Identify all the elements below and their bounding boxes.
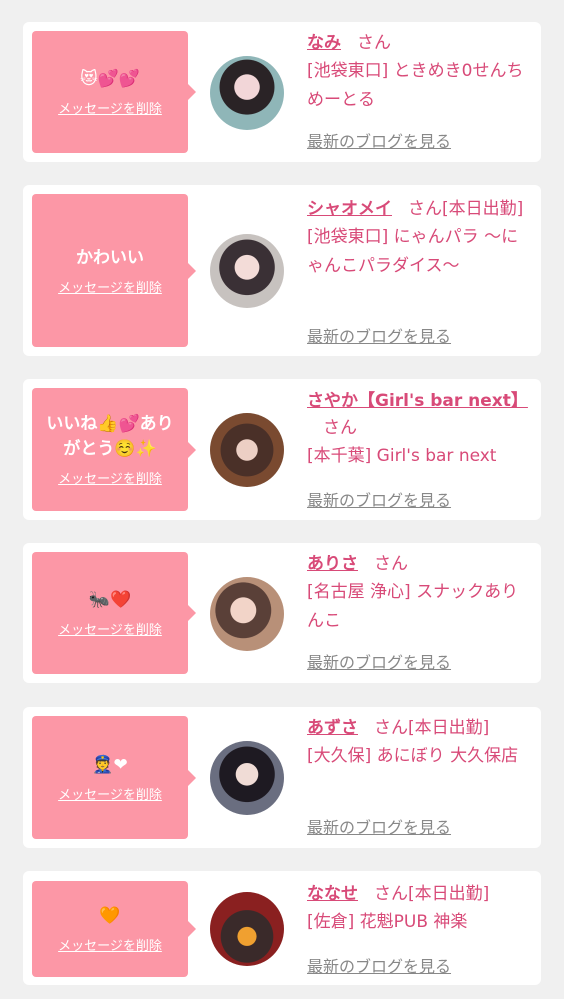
cast-name-link[interactable]: なみ xyxy=(307,33,341,53)
delete-message-link[interactable]: メッセージを削除 xyxy=(58,935,162,954)
avatar[interactable] xyxy=(210,413,284,487)
message-bubble: 😻💕💕 メッセージを削除 xyxy=(32,31,196,153)
cast-name-link[interactable]: さやか【Girl's bar next】 xyxy=(307,391,528,411)
message-card: 😻💕💕 メッセージを削除 なみ さん [池袋東口] ときめき0せんちめーとる 最新… xyxy=(23,22,541,162)
cast-name-link[interactable]: シャオメイ xyxy=(307,199,392,219)
cast-info: ななせ さん[本日出勤] [佐倉] 花魁PUB 神楽 xyxy=(307,881,535,937)
status-badge: [本日出勤] xyxy=(408,718,490,738)
avatar[interactable] xyxy=(210,892,284,966)
honorific: さん xyxy=(357,33,391,53)
latest-blog-link[interactable]: 最新のブログを見る xyxy=(307,128,451,152)
latest-blog-link[interactable]: 最新のブログを見る xyxy=(307,649,451,673)
latest-blog-link[interactable]: 最新のブログを見る xyxy=(307,814,451,838)
avatar[interactable] xyxy=(210,577,284,651)
latest-blog-link[interactable]: 最新のブログを見る xyxy=(307,487,451,511)
cast-info: あずさ さん[本日出勤] [大久保] あにぼり 大久保店 xyxy=(307,715,535,771)
honorific: さん xyxy=(374,884,408,904)
shop-name: [大久保] あにぼり 大久保店 xyxy=(307,746,519,766)
message-text: いいね👍💕ありがとう☺️✨ xyxy=(46,414,174,459)
avatar[interactable] xyxy=(210,234,284,308)
message-text: 👮❤ xyxy=(92,754,128,775)
message-bubble: かわいい メッセージを削除 xyxy=(32,194,196,347)
message-bubble: 🐜❤️ メッセージを削除 xyxy=(32,552,196,674)
shop-name: [池袋東口] にゃんパラ 〜にゃんこパラダイス〜 xyxy=(307,227,519,276)
message-card: 👮❤ メッセージを削除 あずさ さん[本日出勤] [大久保] あにぼり 大久保店 … xyxy=(23,707,541,848)
avatar[interactable] xyxy=(210,741,284,815)
avatar[interactable] xyxy=(210,56,284,130)
message-bubble: いいね👍💕ありがとう☺️✨ メッセージを削除 xyxy=(32,388,196,511)
latest-blog-link[interactable]: 最新のブログを見る xyxy=(307,953,451,977)
latest-blog-link[interactable]: 最新のブログを見る xyxy=(307,323,451,347)
message-text: 😻💕💕 xyxy=(79,69,141,89)
shop-name: [名古屋 浄心] スナックありんこ xyxy=(307,582,519,631)
shop-name: [佐倉] 花魁PUB 神楽 xyxy=(307,912,468,932)
honorific: さん xyxy=(323,418,357,438)
status-badge: [本日出勤] xyxy=(408,884,490,904)
message-text: 🧡 xyxy=(99,906,121,926)
delete-message-link[interactable]: メッセージを削除 xyxy=(58,619,162,638)
cast-info: なみ さん [池袋東口] ときめき0せんちめーとる xyxy=(307,30,535,115)
delete-message-link[interactable]: メッセージを削除 xyxy=(58,784,162,803)
cast-info: さやか【Girl's bar next】さん [本千葉] Girl's bar … xyxy=(307,388,535,471)
message-bubble: 🧡 メッセージを削除 xyxy=(32,881,196,977)
message-card: いいね👍💕ありがとう☺️✨ メッセージを削除 さやか【Girl's bar ne… xyxy=(23,379,541,520)
cast-name-link[interactable]: ななせ xyxy=(307,884,358,904)
honorific: さん xyxy=(374,554,408,574)
message-card: かわいい メッセージを削除 シャオメイ さん[本日出勤] [池袋東口] にゃんパラ… xyxy=(23,185,541,356)
shop-name: [本千葉] Girl's bar next xyxy=(307,446,497,466)
shop-name: [池袋東口] ときめき0せんちめーとる xyxy=(307,61,524,110)
message-text: かわいい xyxy=(76,247,144,268)
cast-name-link[interactable]: ありさ xyxy=(307,554,358,574)
delete-message-link[interactable]: メッセージを削除 xyxy=(58,468,162,487)
message-card: 🐜❤️ メッセージを削除 ありさ さん [名古屋 浄心] スナックありんこ 最新の… xyxy=(23,543,541,683)
message-card: 🧡 メッセージを削除 ななせ さん[本日出勤] [佐倉] 花魁PUB 神楽 最新の… xyxy=(23,871,541,985)
message-bubble: 👮❤ メッセージを削除 xyxy=(32,716,196,839)
honorific: さん xyxy=(374,718,408,738)
cast-info: ありさ さん [名古屋 浄心] スナックありんこ xyxy=(307,551,535,636)
honorific: さん xyxy=(408,199,442,219)
status-badge: [本日出勤] xyxy=(442,199,524,219)
cast-name-link[interactable]: あずさ xyxy=(307,718,358,738)
delete-message-link[interactable]: メッセージを削除 xyxy=(58,98,162,117)
message-text: 🐜❤️ xyxy=(88,590,132,610)
message-list: 😻💕💕 メッセージを削除 なみ さん [池袋東口] ときめき0せんちめーとる 最新… xyxy=(0,0,564,999)
delete-message-link[interactable]: メッセージを削除 xyxy=(58,277,162,296)
cast-info: シャオメイ さん[本日出勤] [池袋東口] にゃんパラ 〜にゃんこパラダイス〜 xyxy=(307,196,535,281)
